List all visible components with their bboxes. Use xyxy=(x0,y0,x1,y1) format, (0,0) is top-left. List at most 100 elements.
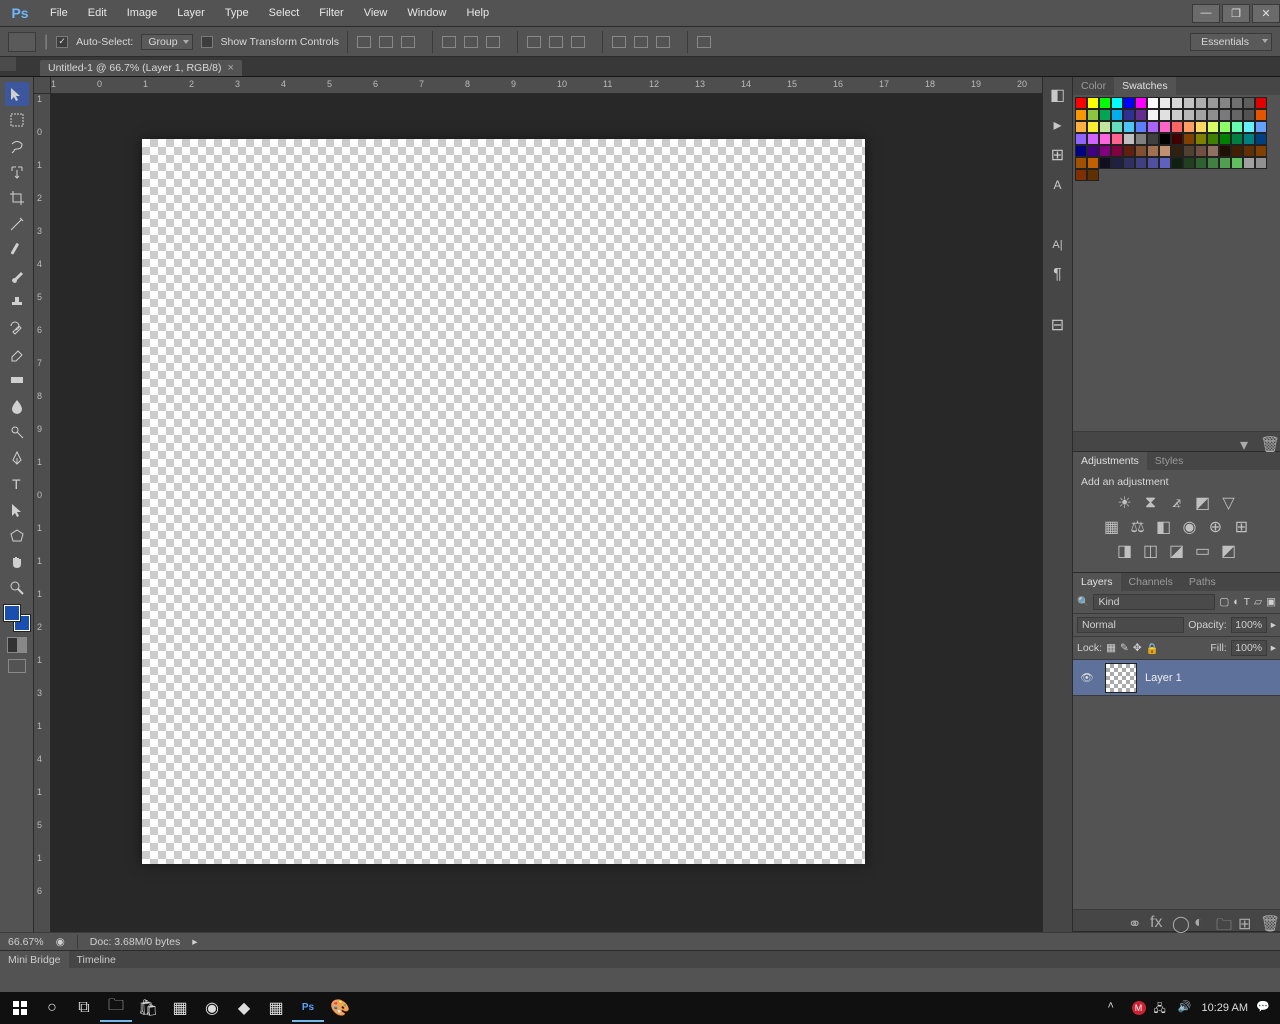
swatch[interactable] xyxy=(1159,121,1171,133)
swatch[interactable] xyxy=(1243,145,1255,157)
auto-select-dropdown[interactable]: Group xyxy=(141,34,192,50)
layer-fx-icon[interactable]: fx xyxy=(1150,914,1164,928)
menu-image[interactable]: Image xyxy=(117,0,168,27)
crop-tool[interactable] xyxy=(5,186,29,210)
horizontal-ruler[interactable]: 101234567891011121314151617181920 xyxy=(51,77,1042,94)
swatch[interactable] xyxy=(1231,133,1243,145)
tray-up-icon[interactable]: ˄ xyxy=(1108,1000,1124,1016)
zoom-readout[interactable]: 66.67% xyxy=(8,936,44,948)
doc-size-readout[interactable]: Doc: 3.68M/0 bytes xyxy=(90,936,180,948)
mini-bridge-tab[interactable]: Mini Bridge xyxy=(0,951,69,969)
filter-shape-icon[interactable]: ▱ xyxy=(1254,596,1262,608)
tray-clock[interactable]: 10:29 AM xyxy=(1202,1002,1248,1014)
swatch[interactable] xyxy=(1111,121,1123,133)
selective-color-icon[interactable]: ◩ xyxy=(1220,542,1238,560)
swatch[interactable] xyxy=(1219,121,1231,133)
fill-flyout-icon[interactable]: ▸ xyxy=(1271,642,1276,654)
swatch[interactable] xyxy=(1147,121,1159,133)
menu-filter[interactable]: Filter xyxy=(309,0,353,27)
invert-icon[interactable]: ◨ xyxy=(1116,542,1134,560)
swatch[interactable] xyxy=(1075,97,1087,109)
tray-volume-icon[interactable]: 🔊 xyxy=(1178,1000,1194,1016)
swatch[interactable] xyxy=(1243,157,1255,169)
align-vcenter-icon[interactable] xyxy=(376,32,396,52)
swatch[interactable] xyxy=(1231,145,1243,157)
start-button[interactable] xyxy=(4,994,36,1022)
hand-tool[interactable] xyxy=(5,550,29,574)
swatch[interactable] xyxy=(1087,145,1099,157)
marquee-tool[interactable] xyxy=(5,108,29,132)
swatch[interactable] xyxy=(1219,157,1231,169)
swatch[interactable] xyxy=(1219,109,1231,121)
swatch[interactable] xyxy=(1207,121,1219,133)
swatch[interactable] xyxy=(1219,145,1231,157)
maximize-button[interactable]: ❐ xyxy=(1222,4,1250,23)
ruler-origin[interactable] xyxy=(34,77,51,94)
swatch[interactable] xyxy=(1255,145,1267,157)
layer-name[interactable]: Layer 1 xyxy=(1145,672,1182,684)
gradient-tool[interactable] xyxy=(5,368,29,392)
eyedropper-tool[interactable] xyxy=(5,212,29,236)
close-button[interactable]: ✕ xyxy=(1252,4,1280,23)
channels-tab[interactable]: Channels xyxy=(1121,573,1181,591)
notifications-icon[interactable]: 💬 xyxy=(1256,1000,1272,1016)
lock-trans-icon[interactable]: ▦ xyxy=(1106,642,1116,654)
lock-all-icon[interactable]: 🔒 xyxy=(1146,642,1159,655)
align-bottom-icon[interactable] xyxy=(398,32,418,52)
swatch[interactable] xyxy=(1231,121,1243,133)
minimize-button[interactable]: — xyxy=(1192,4,1220,23)
menu-edit[interactable]: Edit xyxy=(78,0,117,27)
swatch[interactable] xyxy=(1207,157,1219,169)
opacity-value[interactable]: 100% xyxy=(1231,617,1267,633)
swatch[interactable] xyxy=(1147,145,1159,157)
swatch[interactable] xyxy=(1183,109,1195,121)
history-panel-icon[interactable]: ◧ xyxy=(1048,85,1068,105)
color-tab[interactable]: Color xyxy=(1073,77,1114,95)
swatch[interactable] xyxy=(1243,97,1255,109)
swatch[interactable] xyxy=(1111,133,1123,145)
swatch[interactable] xyxy=(1087,169,1099,181)
foreground-color-swatch[interactable] xyxy=(4,605,20,621)
swatch[interactable] xyxy=(1171,121,1183,133)
chrome-icon[interactable]: ◉ xyxy=(196,994,228,1022)
swatch[interactable] xyxy=(1183,97,1195,109)
swatch[interactable] xyxy=(1111,109,1123,121)
auto-align-icon[interactable] xyxy=(694,32,714,52)
swatch[interactable] xyxy=(1123,145,1135,157)
swatch[interactable] xyxy=(1123,109,1135,121)
swatch[interactable] xyxy=(1207,97,1219,109)
lock-pixels-icon[interactable]: ✎ xyxy=(1120,642,1129,654)
blend-mode-dropdown[interactable]: Normal xyxy=(1077,617,1184,633)
tray-badge-icon[interactable]: M xyxy=(1132,1001,1146,1015)
posterize-icon[interactable]: ◫ xyxy=(1142,542,1160,560)
align-left-icon[interactable] xyxy=(439,32,459,52)
delete-layer-icon[interactable]: 🗑 xyxy=(1260,914,1274,928)
adjustments-tab[interactable]: Adjustments xyxy=(1073,452,1147,470)
paragraph-panel-icon[interactable]: ¶ xyxy=(1048,265,1068,285)
toolbox-collapse-handle[interactable] xyxy=(0,57,16,71)
swatch[interactable] xyxy=(1159,157,1171,169)
swatch[interactable] xyxy=(1075,109,1087,121)
new-swatch-icon[interactable]: ▾ xyxy=(1240,435,1254,449)
swatch[interactable] xyxy=(1243,121,1255,133)
swatch[interactable] xyxy=(1111,145,1123,157)
status-flyout-icon[interactable]: ▸ xyxy=(192,936,197,948)
swatch[interactable] xyxy=(1099,157,1111,169)
eraser-tool[interactable] xyxy=(5,342,29,366)
menu-view[interactable]: View xyxy=(354,0,398,27)
paths-tab[interactable]: Paths xyxy=(1181,573,1224,591)
filter-adjust-icon[interactable]: ◐ xyxy=(1233,596,1239,608)
swatch[interactable] xyxy=(1171,157,1183,169)
swatch[interactable] xyxy=(1255,157,1267,169)
new-adjustment-icon[interactable]: ◐ xyxy=(1194,914,1208,928)
swatch[interactable] xyxy=(1219,133,1231,145)
swatch[interactable] xyxy=(1183,121,1195,133)
swatch[interactable] xyxy=(1255,97,1267,109)
distribute-top-icon[interactable] xyxy=(524,32,544,52)
swatch[interactable] xyxy=(1183,145,1195,157)
swatch[interactable] xyxy=(1195,145,1207,157)
swatch[interactable] xyxy=(1171,145,1183,157)
foreground-background-color[interactable] xyxy=(4,605,30,631)
layer-item-1[interactable]: 👁 Layer 1 xyxy=(1073,660,1280,696)
swatch[interactable] xyxy=(1159,133,1171,145)
